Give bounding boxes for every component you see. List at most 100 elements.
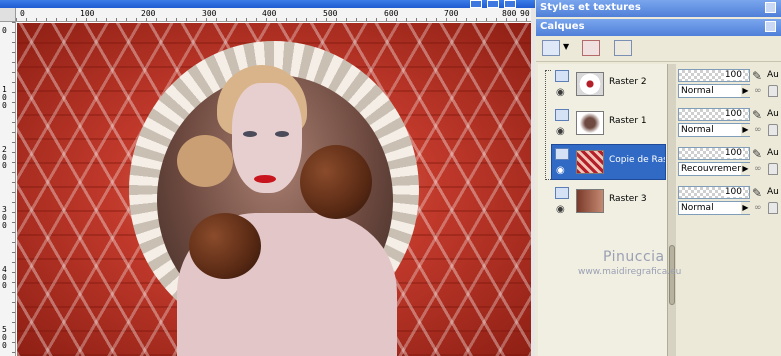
ruler-tick-label: 600 bbox=[384, 9, 399, 18]
brush-icon[interactable]: ✎ bbox=[752, 69, 766, 83]
layer-properties: 100 ✎ Au Normal ▶ ∞ bbox=[678, 69, 781, 105]
layer-row-selected[interactable]: ◉ Copie de Rast bbox=[551, 144, 666, 180]
panel-pin-icon[interactable] bbox=[765, 21, 776, 32]
eye-icon[interactable]: ◉ bbox=[556, 165, 565, 176]
layer-name: Raster 3 bbox=[609, 194, 647, 204]
brush-icon[interactable]: ✎ bbox=[752, 108, 766, 122]
chevron-right-icon[interactable]: ▶ bbox=[741, 85, 750, 97]
panel-splitter[interactable] bbox=[668, 64, 676, 356]
ruler-tick-label: 100 bbox=[80, 9, 95, 18]
edit-layer-icon[interactable] bbox=[614, 40, 632, 56]
canvas-window: 0 100 200 300 400 500 600 700 800 90 0 1… bbox=[0, 0, 535, 356]
eye-icon[interactable]: ◉ bbox=[556, 204, 565, 215]
close-icon[interactable] bbox=[504, 0, 516, 8]
eye-left bbox=[243, 131, 257, 137]
opacity-value: 100 bbox=[723, 109, 743, 119]
auto-label: Au bbox=[767, 187, 779, 197]
layer-thumbnail bbox=[576, 111, 604, 135]
ruler-tick-label: 0 bbox=[2, 26, 7, 35]
layers-panel-title: Calques bbox=[540, 21, 585, 32]
lock-icon[interactable] bbox=[768, 202, 778, 214]
link-icon[interactable]: ∞ bbox=[754, 203, 764, 213]
layer-name: Raster 1 bbox=[609, 116, 647, 126]
styles-panel-header[interactable]: Styles et textures bbox=[536, 0, 781, 17]
ruler-tick-label: 200 bbox=[141, 9, 156, 18]
ruler-tick-label: 500 bbox=[2, 325, 7, 350]
layers-panel-header[interactable]: Calques bbox=[536, 19, 781, 36]
ruler-tick-label: 200 bbox=[2, 145, 7, 170]
woman-lips bbox=[254, 175, 276, 183]
auto-label: Au bbox=[767, 109, 779, 119]
ruler-tick-label: 0 bbox=[20, 9, 25, 18]
canvas-title-bar[interactable] bbox=[0, 0, 535, 8]
ruler-tick-label: 300 bbox=[202, 9, 217, 18]
chevron-right-icon[interactable]: ▶ bbox=[741, 163, 750, 175]
ruler-tick-label: 500 bbox=[323, 9, 338, 18]
brush-icon[interactable]: ✎ bbox=[752, 186, 766, 200]
ruler-tick-label: 100 bbox=[2, 85, 7, 110]
layer-row[interactable]: ◉ Raster 2 bbox=[551, 66, 666, 102]
psp-workspace: 0 100 200 300 400 500 600 700 800 90 0 1… bbox=[0, 0, 781, 356]
link-icon[interactable]: ∞ bbox=[754, 164, 764, 174]
auto-label: Au bbox=[767, 148, 779, 158]
maximize-icon[interactable] bbox=[487, 0, 499, 8]
hair-bun bbox=[177, 135, 233, 187]
watermark-url: www.maidiregrafica.eu bbox=[578, 267, 682, 277]
layer-properties: 100 ✎ Au Normal ▶ ∞ bbox=[678, 186, 781, 222]
blend-mode-select[interactable]: Normal bbox=[678, 84, 750, 98]
auto-label: Au bbox=[767, 70, 779, 80]
layer-thumbnail bbox=[576, 72, 604, 96]
ruler-tick-label: 700 bbox=[444, 9, 459, 18]
panel-pin-icon[interactable] bbox=[765, 2, 776, 13]
new-layer-icon[interactable] bbox=[542, 40, 560, 56]
opacity-slider[interactable]: 100 bbox=[678, 69, 750, 82]
ruler-tick-label: 300 bbox=[2, 205, 7, 230]
coconut-right bbox=[300, 145, 372, 219]
ruler-corner bbox=[0, 8, 16, 22]
opacity-value: 100 bbox=[723, 187, 743, 197]
opacity-value: 100 bbox=[723, 148, 743, 158]
canvas-image[interactable] bbox=[17, 23, 531, 356]
layer-lock-icon[interactable] bbox=[555, 109, 569, 121]
link-icon[interactable]: ∞ bbox=[754, 125, 764, 135]
ruler-tick-label: 90 bbox=[520, 9, 530, 18]
ruler-tick-label: 800 bbox=[502, 9, 517, 18]
layer-properties: 100 ✎ Au Recouvrement ▶ ∞ bbox=[678, 147, 781, 183]
opacity-slider[interactable]: 100 bbox=[678, 147, 750, 160]
opacity-slider[interactable]: 100 bbox=[678, 186, 750, 199]
lock-icon[interactable] bbox=[768, 124, 778, 136]
eye-icon[interactable]: ◉ bbox=[556, 126, 565, 137]
layers-toolbar: ▼ bbox=[536, 36, 781, 62]
ruler-vertical[interactable] bbox=[0, 22, 16, 356]
ruler-tick-label: 400 bbox=[2, 265, 7, 290]
canvas-scrollbar[interactable] bbox=[531, 8, 535, 356]
chevron-down-icon[interactable]: ▼ bbox=[563, 42, 569, 51]
opacity-value: 100 bbox=[723, 70, 743, 80]
layer-properties: 100 ✎ Au Normal ▶ ∞ bbox=[678, 108, 781, 144]
minimize-icon[interactable] bbox=[470, 0, 482, 8]
eye-icon[interactable]: ◉ bbox=[556, 87, 565, 98]
layer-name: Copie de Rast bbox=[609, 155, 665, 165]
opacity-slider[interactable]: 100 bbox=[678, 108, 750, 121]
blend-mode-select[interactable]: Normal bbox=[678, 123, 750, 137]
eye-right bbox=[275, 131, 289, 137]
chevron-right-icon[interactable]: ▶ bbox=[741, 202, 750, 214]
layer-lock-icon[interactable] bbox=[555, 187, 569, 199]
blend-mode-select[interactable]: Recouvrement bbox=[678, 162, 750, 176]
layer-row[interactable]: ◉ Raster 1 bbox=[551, 105, 666, 141]
ruler-tick-label: 400 bbox=[262, 9, 277, 18]
delete-layer-icon[interactable] bbox=[582, 40, 600, 56]
layer-thumbnail bbox=[576, 189, 604, 213]
blend-mode-select[interactable]: Normal bbox=[678, 201, 750, 215]
layer-row[interactable]: ◉ Raster 3 bbox=[551, 183, 666, 219]
layer-lock-icon[interactable] bbox=[555, 70, 569, 82]
lock-icon[interactable] bbox=[768, 163, 778, 175]
brush-icon[interactable]: ✎ bbox=[752, 147, 766, 161]
lock-icon[interactable] bbox=[768, 85, 778, 97]
layer-lock-icon[interactable] bbox=[555, 148, 569, 160]
watermark-name: Pinuccia bbox=[603, 249, 665, 265]
link-icon[interactable]: ∞ bbox=[754, 86, 764, 96]
styles-panel-title: Styles et textures bbox=[540, 2, 641, 13]
chevron-right-icon[interactable]: ▶ bbox=[741, 124, 750, 136]
coconut-left bbox=[189, 213, 261, 279]
